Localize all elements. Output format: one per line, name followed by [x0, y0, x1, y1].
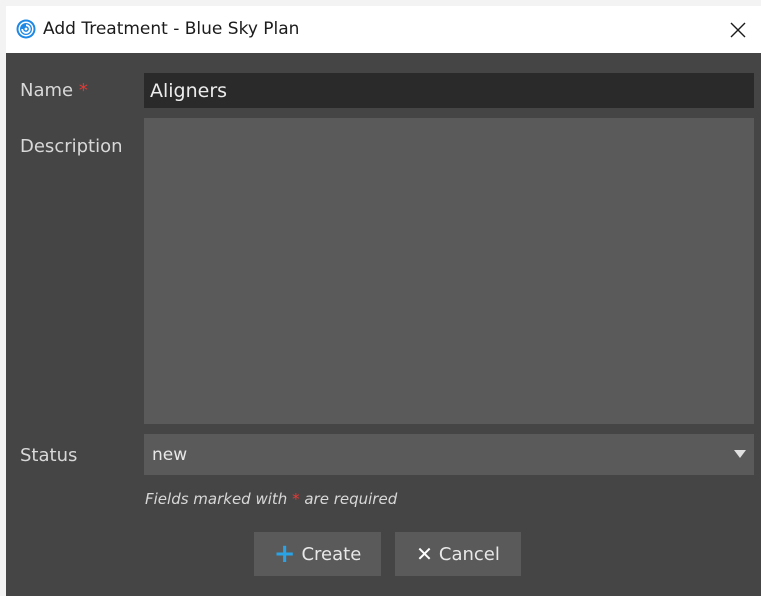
- status-dropdown[interactable]: new: [144, 434, 754, 475]
- description-textarea[interactable]: [144, 118, 754, 424]
- plus-icon: +: [273, 539, 296, 569]
- create-button[interactable]: + Create: [254, 532, 381, 576]
- name-label: Name *: [20, 80, 88, 101]
- create-label: Create: [301, 543, 362, 565]
- cancel-x-icon: ✕: [416, 542, 433, 566]
- close-icon: [730, 22, 746, 37]
- cancel-button[interactable]: ✕ Cancel: [395, 532, 521, 576]
- name-input[interactable]: [144, 73, 754, 108]
- window-title: Add Treatment - Blue Sky Plan: [43, 19, 300, 39]
- title-bar[interactable]: Add Treatment - Blue Sky Plan: [6, 6, 761, 53]
- required-fields-hint: Fields marked with * are required: [145, 490, 398, 508]
- description-label: Description: [20, 136, 123, 157]
- dropdown-arrow-icon: [734, 450, 746, 458]
- required-mark: *: [78, 80, 88, 101]
- blue-sky-plan-icon: [16, 19, 36, 39]
- add-treatment-dialog: Add Treatment - Blue Sky Plan Name * Des…: [6, 6, 761, 596]
- dialog-content: Name * Description Status new Fields mar…: [6, 53, 761, 596]
- status-value: new: [152, 445, 188, 465]
- close-button[interactable]: [715, 6, 761, 53]
- cancel-label: Cancel: [438, 543, 500, 565]
- status-label: Status: [20, 445, 78, 466]
- hint-required-mark: *: [292, 490, 300, 508]
